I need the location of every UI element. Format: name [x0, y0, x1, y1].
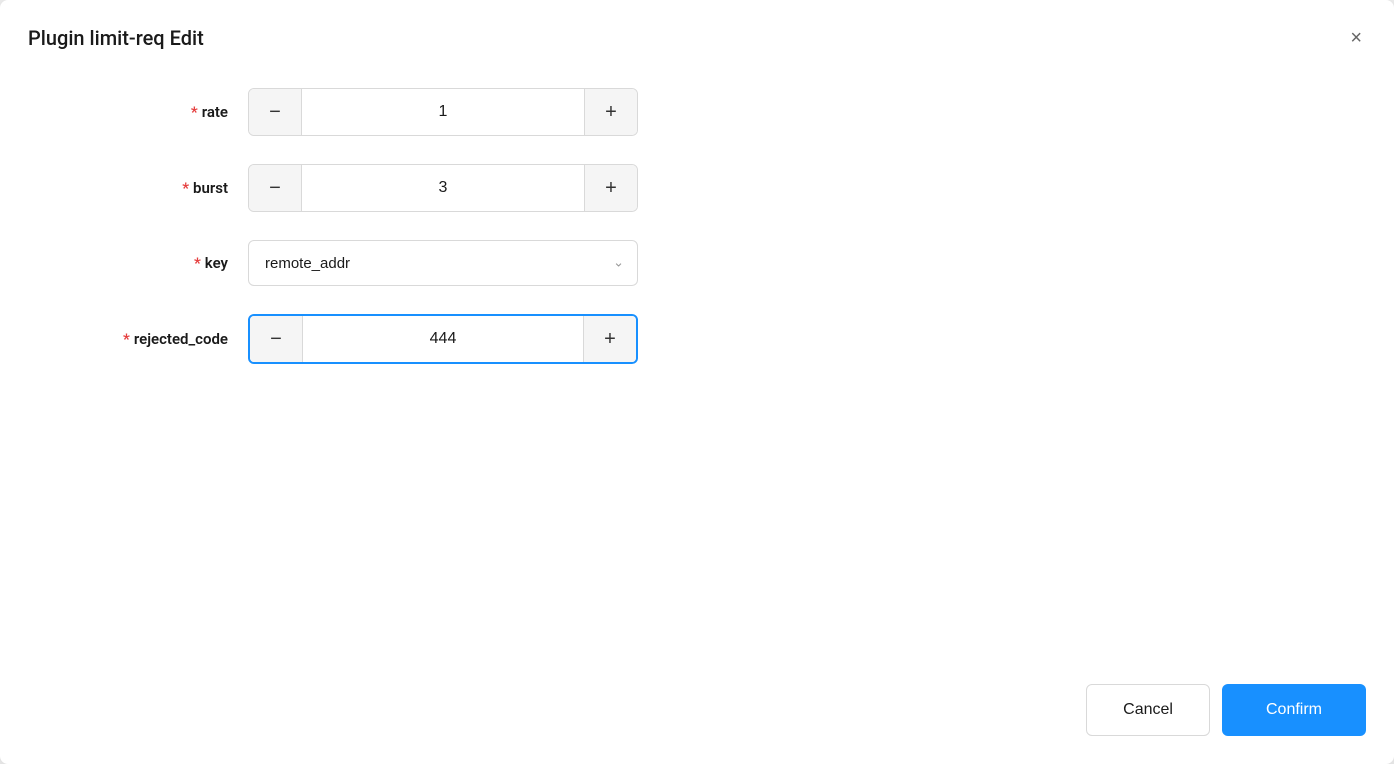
rate-decrement-button[interactable]: −	[249, 89, 301, 135]
dialog-body: * rate − + * burst − +	[0, 68, 1394, 664]
rate-value-input[interactable]	[302, 89, 584, 135]
rejected-code-increment-button[interactable]: +	[584, 316, 636, 362]
rejected-code-number-input: − +	[248, 314, 638, 364]
rate-number-input: − +	[248, 88, 638, 136]
key-label: * key	[28, 254, 248, 272]
rate-increment-button[interactable]: +	[585, 89, 637, 135]
key-select[interactable]: remote_addr server_addr http_x_real_ip h…	[248, 240, 638, 286]
rejected-code-value-input[interactable]	[303, 316, 583, 362]
close-button[interactable]: ×	[1346, 24, 1366, 52]
key-required-star: *	[194, 254, 201, 272]
burst-decrement-button[interactable]: −	[249, 165, 301, 211]
burst-required-star: *	[182, 179, 189, 197]
burst-value-input[interactable]	[302, 165, 584, 211]
rejected-code-label-text: rejected_code	[134, 330, 228, 348]
key-label-text: key	[205, 254, 228, 272]
rejected-code-field-row: * rejected_code − +	[28, 314, 1366, 364]
dialog-header: Plugin limit-req Edit ×	[0, 0, 1394, 68]
dialog-footer: Cancel Confirm	[0, 664, 1394, 764]
confirm-button[interactable]: Confirm	[1222, 684, 1366, 736]
burst-label: * burst	[28, 179, 248, 197]
rejected-code-required-star: *	[123, 330, 130, 348]
rate-label-text: rate	[202, 103, 228, 121]
key-select-wrapper: remote_addr server_addr http_x_real_ip h…	[248, 240, 638, 286]
rejected-code-label: * rejected_code	[28, 330, 248, 348]
rate-field-row: * rate − +	[28, 88, 1366, 136]
key-field-row: * key remote_addr server_addr http_x_rea…	[28, 240, 1366, 286]
plugin-edit-dialog: Plugin limit-req Edit × * rate − + * bur…	[0, 0, 1394, 764]
cancel-button[interactable]: Cancel	[1086, 684, 1210, 736]
burst-field-row: * burst − +	[28, 164, 1366, 212]
rejected-code-decrement-button[interactable]: −	[250, 316, 302, 362]
rate-required-star: *	[191, 103, 198, 121]
rate-label: * rate	[28, 103, 248, 121]
burst-label-text: burst	[193, 179, 228, 197]
burst-number-input: − +	[248, 164, 638, 212]
burst-increment-button[interactable]: +	[585, 165, 637, 211]
dialog-title: Plugin limit-req Edit	[28, 26, 204, 50]
